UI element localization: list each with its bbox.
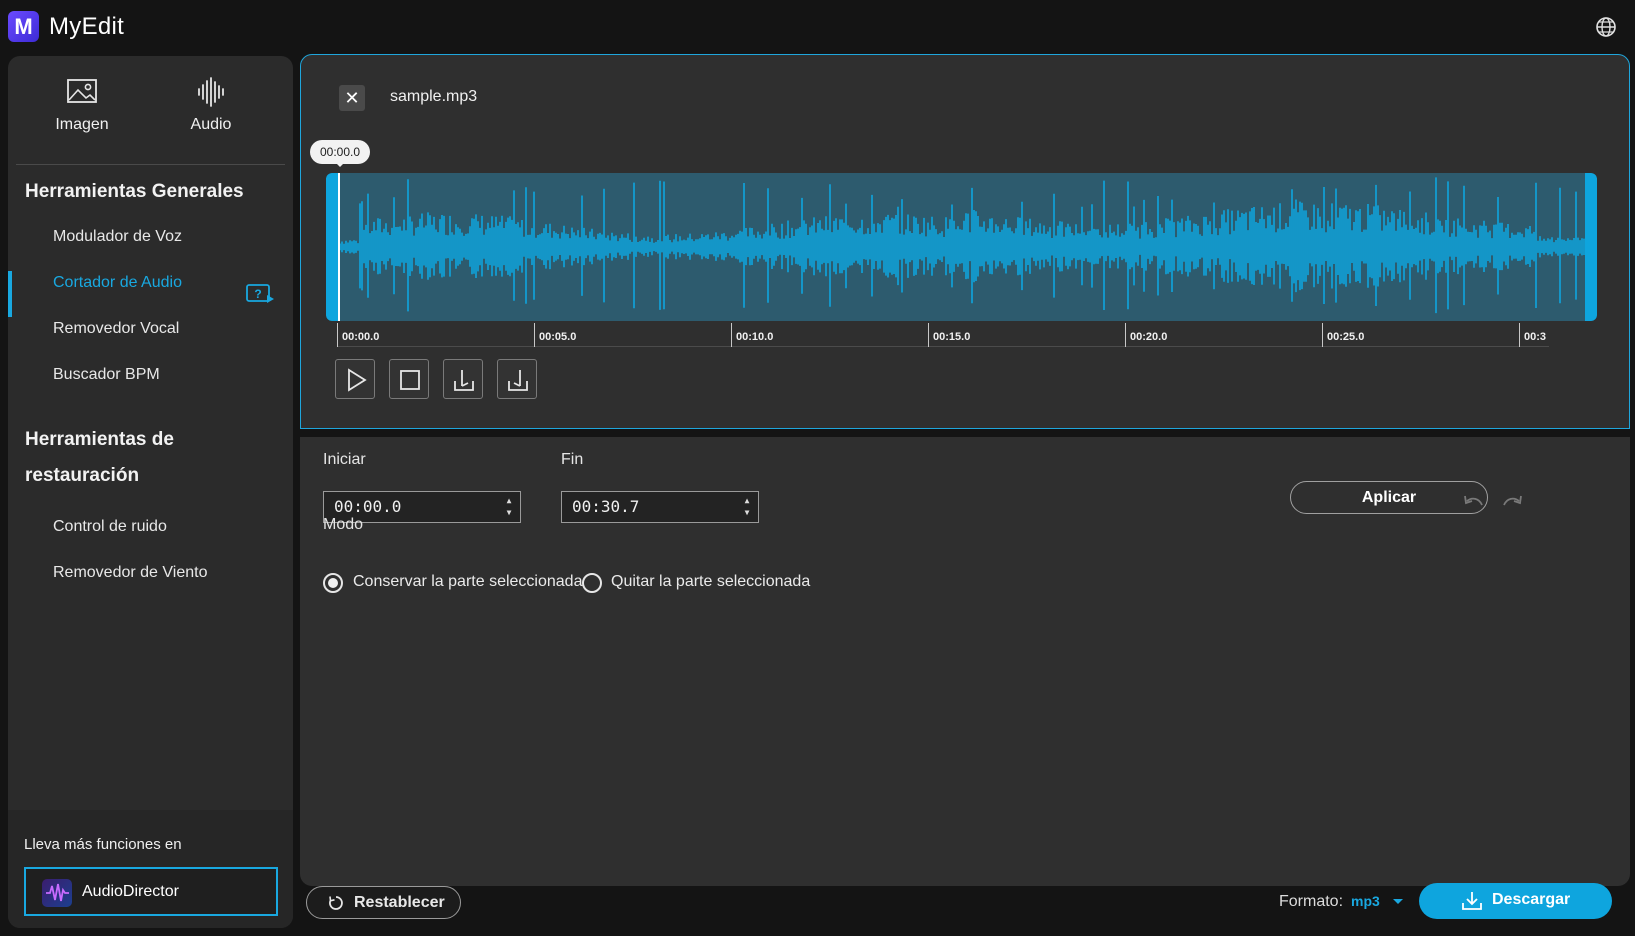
waveform[interactable] <box>326 173 1597 321</box>
end-time-stepper[interactable]: ▲ ▼ <box>742 495 752 519</box>
audio-wave-icon <box>198 77 224 107</box>
radio-remove-selected[interactable] <box>582 573 602 593</box>
sidebar: Imagen Audio Herramientas Generales Modu… <box>8 56 293 928</box>
close-file-button[interactable]: ✕ <box>339 85 365 111</box>
promo-area: Lleva más funciones en AudioDirector <box>8 810 293 928</box>
ruler-label: 00:25.0 <box>1327 331 1365 343</box>
start-label: Iniciar <box>323 451 366 468</box>
section-title-restauracion-2: restauración <box>25 465 140 486</box>
play-button[interactable] <box>335 359 375 399</box>
sidebar-item-ruido[interactable]: Control de ruido <box>53 518 167 536</box>
format-select[interactable]: mp3 <box>1351 893 1380 909</box>
reset-label: Restablecer <box>354 894 445 911</box>
section-title-general: Herramientas Generales <box>25 181 244 202</box>
audio-editor: ✕ sample.mp3 00:00.0 00:00.0 00:05.0 00:… <box>300 54 1630 429</box>
waveform-graphic <box>338 177 1585 314</box>
reset-button[interactable]: Restablecer <box>306 886 461 919</box>
ruler-tick <box>928 323 929 347</box>
ruler-label: 00:15.0 <box>933 331 971 343</box>
start-time-value: 00:00.0 <box>334 497 402 516</box>
ruler-tick <box>1322 323 1323 347</box>
ruler-tick <box>1125 323 1126 347</box>
radio-remove-label[interactable]: Quitar la parte seleccionada <box>611 573 810 591</box>
stop-icon <box>400 370 420 390</box>
download-icon <box>1462 892 1482 910</box>
mode-label: Modo <box>323 516 364 533</box>
app-title: MyEdit <box>49 13 125 40</box>
set-end-icon <box>508 370 528 391</box>
ruler-tick <box>534 323 535 347</box>
set-start-button[interactable] <box>443 359 483 399</box>
promo-text: Lleva más funciones en <box>24 836 182 853</box>
section-title-restauracion-1: Herramientas de <box>25 429 174 450</box>
ruler-tick <box>1519 323 1520 347</box>
ruler-tick <box>337 323 338 347</box>
playhead[interactable] <box>338 173 340 321</box>
end-label: Fin <box>561 451 584 468</box>
audiodirector-button[interactable]: AudioDirector <box>24 867 278 916</box>
set-start-icon <box>454 370 474 391</box>
start-time-stepper[interactable]: ▲ ▼ <box>504 495 514 519</box>
ruler-label: 00:20.0 <box>1130 331 1168 343</box>
top-bar: M MyEdit <box>0 0 1635 55</box>
sidebar-item-viento[interactable]: Removedor de Viento <box>53 564 207 582</box>
svg-text:?: ? <box>254 287 261 301</box>
ruler-label: 00:3 <box>1524 331 1547 343</box>
waveform-path <box>338 177 1585 314</box>
ruler-label: 00:00.0 <box>342 331 380 343</box>
end-time-input[interactable]: 00:30.7 ▲ ▼ <box>561 491 759 523</box>
format-label: Formato: <box>1279 893 1344 910</box>
sidebar-divider <box>16 164 285 165</box>
audiodirector-icon <box>42 879 72 907</box>
download-button[interactable]: Descargar <box>1419 883 1612 919</box>
active-indicator <box>8 271 12 317</box>
ruler-label: 00:05.0 <box>539 331 577 343</box>
trim-settings-panel: Iniciar 00:00.0 ▲ ▼ Fin 00:30.7 ▲ ▼ Modo C… <box>300 437 1630 886</box>
tab-imagen[interactable]: Imagen <box>22 76 142 134</box>
stop-button[interactable] <box>389 359 429 399</box>
tab-audio-label: Audio <box>190 116 232 133</box>
video-tutorial-icon[interactable]: ? <box>246 283 276 305</box>
apply-button[interactable]: Aplicar <box>1290 481 1488 514</box>
myedit-logo[interactable]: M <box>8 11 39 42</box>
sidebar-item-bpm[interactable]: Buscador BPM <box>53 366 160 384</box>
tab-imagen-label: Imagen <box>55 116 109 133</box>
sidebar-item-cortador[interactable]: Cortador de Audio <box>53 274 182 292</box>
audiodirector-label: AudioDirector <box>82 883 179 900</box>
chevron-down-icon[interactable] <box>1393 899 1403 909</box>
tab-audio[interactable]: Audio <box>151 76 271 134</box>
file-name: sample.mp3 <box>390 88 478 105</box>
download-label: Descargar <box>1492 891 1571 908</box>
reset-icon <box>329 896 343 910</box>
redo-icon[interactable] <box>1501 493 1523 507</box>
image-icon <box>67 79 97 103</box>
globe-icon[interactable] <box>1595 16 1617 38</box>
end-time-value: 00:30.7 <box>572 497 640 516</box>
sidebar-item-modulador[interactable]: Modulador de Voz <box>53 228 182 246</box>
time-ruler: 00:00.0 00:05.0 00:10.0 00:15.0 00:20.0 … <box>337 323 1549 347</box>
ruler-label: 00:10.0 <box>736 331 774 343</box>
radio-keep-label[interactable]: Conservar la parte seleccionada <box>353 573 582 591</box>
undo-icon[interactable] <box>1463 493 1485 507</box>
trim-end-handle[interactable] <box>1585 173 1597 321</box>
play-icon <box>348 368 367 392</box>
playhead-time: 00:00.0 <box>310 140 370 167</box>
sidebar-item-removedor-vocal[interactable]: Removedor Vocal <box>53 320 179 338</box>
ruler-tick <box>731 323 732 347</box>
radio-keep-selected[interactable] <box>323 573 343 593</box>
set-end-button[interactable] <box>497 359 537 399</box>
trim-start-handle[interactable] <box>326 173 338 321</box>
